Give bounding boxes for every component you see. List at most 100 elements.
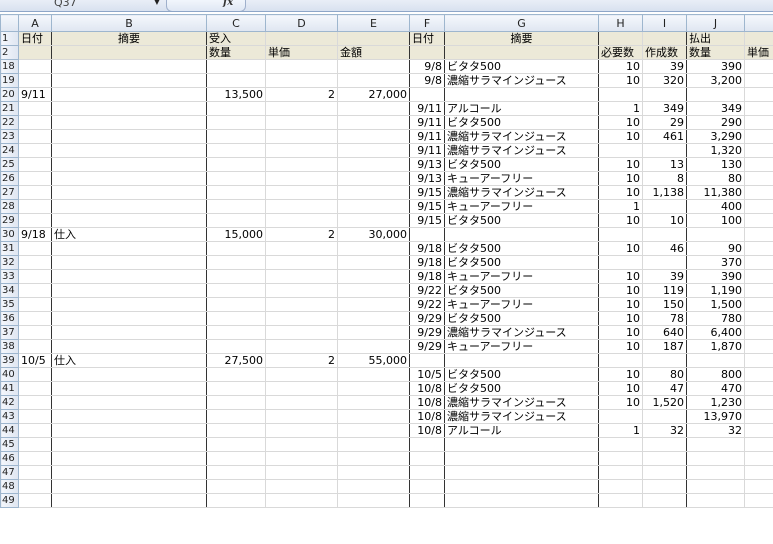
cell-e[interactable] xyxy=(337,409,410,424)
cell-c[interactable]: 13,500 xyxy=(206,87,266,102)
cell-f[interactable]: 9/18 xyxy=(409,241,445,256)
row-header[interactable]: 22 xyxy=(0,115,19,130)
cell-b[interactable] xyxy=(51,87,207,102)
cell-a[interactable] xyxy=(18,479,52,494)
cell-i[interactable]: 320 xyxy=(642,73,687,88)
cell-b[interactable] xyxy=(51,59,207,74)
column-header-e[interactable]: E xyxy=(337,14,410,32)
cell-g[interactable]: キューアーフリー xyxy=(444,199,599,214)
row-header[interactable]: 34 xyxy=(0,283,19,298)
cell-i[interactable]: 作成数 xyxy=(642,45,687,60)
cell-d[interactable]: 2 xyxy=(265,87,338,102)
cell-e[interactable] xyxy=(337,241,410,256)
cell-j[interactable] xyxy=(686,227,745,242)
cell-b[interactable] xyxy=(51,311,207,326)
cell-c[interactable] xyxy=(206,451,266,466)
cell-a[interactable]: 日付 xyxy=(18,31,52,46)
cell-e[interactable] xyxy=(337,213,410,228)
cell-g[interactable] xyxy=(444,479,599,494)
cell-b[interactable]: 仕入 xyxy=(51,353,207,368)
cell-i[interactable] xyxy=(642,255,687,270)
cell-i[interactable]: 119 xyxy=(642,283,687,298)
cell-c[interactable] xyxy=(206,437,266,452)
cell-f[interactable]: 9/11 xyxy=(409,101,445,116)
cell-j[interactable]: 払出 xyxy=(686,31,745,46)
cell-i[interactable] xyxy=(642,199,687,214)
cell-b[interactable] xyxy=(51,451,207,466)
cell-h[interactable]: 10 xyxy=(598,157,643,172)
cell-f[interactable]: 9/8 xyxy=(409,59,445,74)
cell-c[interactable] xyxy=(206,493,266,508)
cell-d[interactable] xyxy=(265,157,338,172)
cell-a[interactable] xyxy=(18,465,52,480)
cell-g[interactable]: キューアーフリー xyxy=(444,339,599,354)
name-box[interactable]: Q37 xyxy=(54,0,150,10)
cell-c[interactable] xyxy=(206,143,266,158)
cell-d[interactable] xyxy=(265,423,338,438)
cell-g[interactable]: 摘要 xyxy=(444,31,599,46)
cell-c[interactable] xyxy=(206,381,266,396)
cell-b[interactable] xyxy=(51,45,207,60)
cell-c[interactable] xyxy=(206,311,266,326)
cell-d[interactable]: 2 xyxy=(265,353,338,368)
cell-g[interactable]: 濃縮サラマインジュース xyxy=(444,143,599,158)
cell-b[interactable] xyxy=(51,73,207,88)
cell-i[interactable]: 10 xyxy=(642,213,687,228)
cell-k[interactable] xyxy=(744,87,773,102)
cell-h[interactable] xyxy=(598,87,643,102)
cell-k[interactable] xyxy=(744,381,773,396)
cell-j[interactable] xyxy=(686,87,745,102)
cell-e[interactable] xyxy=(337,297,410,312)
cell-d[interactable] xyxy=(265,115,338,130)
row-header[interactable]: 1 xyxy=(0,31,19,46)
cell-f[interactable] xyxy=(409,451,445,466)
column-header-f[interactable]: F xyxy=(409,14,445,32)
cell-i[interactable]: 150 xyxy=(642,297,687,312)
cell-g[interactable]: 濃縮サラマインジュース xyxy=(444,395,599,410)
cell-f[interactable]: 9/11 xyxy=(409,115,445,130)
cell-b[interactable] xyxy=(51,423,207,438)
cell-j[interactable] xyxy=(686,479,745,494)
cell-b[interactable] xyxy=(51,213,207,228)
cell-b[interactable] xyxy=(51,255,207,270)
column-header-j[interactable]: J xyxy=(686,14,745,32)
cell-j[interactable]: 800 xyxy=(686,367,745,382)
cell-f[interactable] xyxy=(409,493,445,508)
cell-g[interactable]: ビタタ500 xyxy=(444,367,599,382)
cell-k[interactable] xyxy=(744,339,773,354)
cell-d[interactable] xyxy=(265,241,338,256)
row-header[interactable]: 18 xyxy=(0,59,19,74)
cell-g[interactable]: 濃縮サラマインジュース xyxy=(444,185,599,200)
column-header-d[interactable]: D xyxy=(265,14,338,32)
column-header-c[interactable]: C xyxy=(206,14,266,32)
cell-b[interactable] xyxy=(51,241,207,256)
cell-a[interactable] xyxy=(18,59,52,74)
cell-b[interactable] xyxy=(51,157,207,172)
cell-d[interactable] xyxy=(265,185,338,200)
cell-e[interactable] xyxy=(337,185,410,200)
cell-j[interactable]: 32 xyxy=(686,423,745,438)
cell-d[interactable] xyxy=(265,269,338,284)
cell-k[interactable] xyxy=(744,255,773,270)
cell-b[interactable] xyxy=(51,367,207,382)
cell-h[interactable]: 10 xyxy=(598,59,643,74)
cell-e[interactable] xyxy=(337,479,410,494)
cell-b[interactable] xyxy=(51,269,207,284)
cell-a[interactable] xyxy=(18,409,52,424)
column-header-i[interactable]: I xyxy=(642,14,687,32)
row-header[interactable]: 37 xyxy=(0,325,19,340)
cell-c[interactable]: 15,000 xyxy=(206,227,266,242)
cell-e[interactable] xyxy=(337,283,410,298)
cell-g[interactable] xyxy=(444,437,599,452)
cell-e[interactable] xyxy=(337,157,410,172)
cell-g[interactable]: アルコール xyxy=(444,423,599,438)
cell-f[interactable]: 9/11 xyxy=(409,143,445,158)
cell-a[interactable] xyxy=(18,437,52,452)
cell-j[interactable]: 1,230 xyxy=(686,395,745,410)
cell-b[interactable] xyxy=(51,185,207,200)
cell-i[interactable]: 39 xyxy=(642,269,687,284)
cell-h[interactable] xyxy=(598,479,643,494)
cell-f[interactable]: 9/29 xyxy=(409,311,445,326)
cell-e[interactable] xyxy=(337,395,410,410)
cell-a[interactable]: 9/11 xyxy=(18,87,52,102)
